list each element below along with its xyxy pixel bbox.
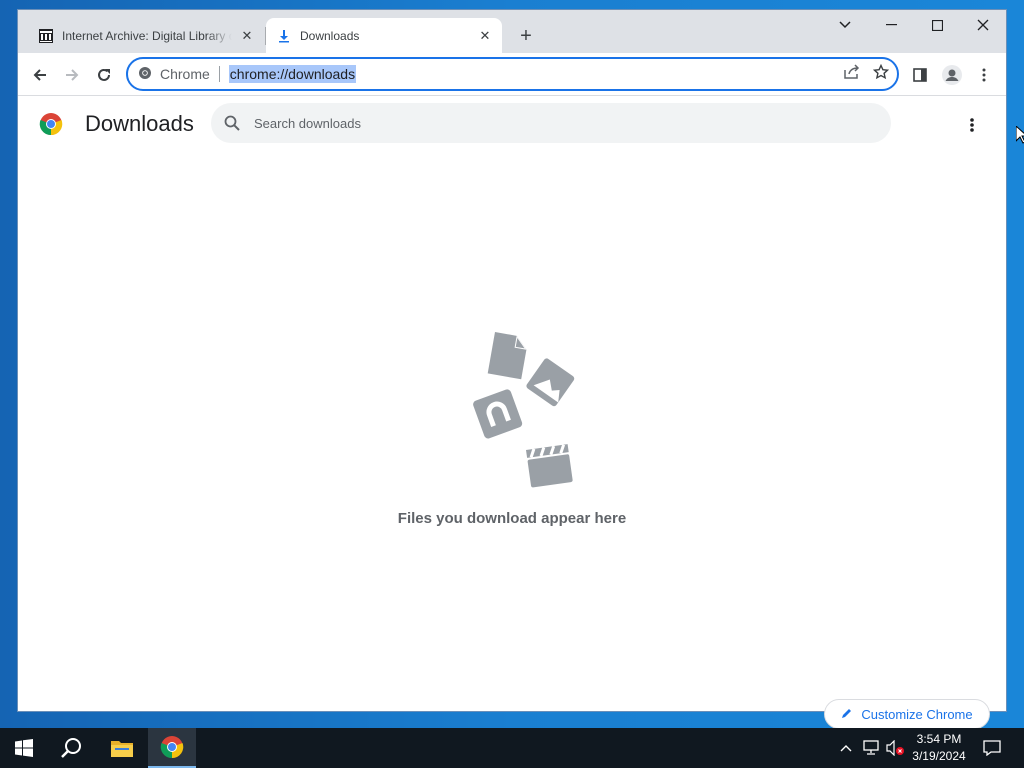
notifications-icon[interactable] [978, 728, 1006, 768]
close-window-button[interactable] [960, 10, 1006, 40]
minimize-button[interactable] [868, 10, 914, 40]
tab-title: Internet Archive: Digital Library of Fre… [62, 28, 232, 43]
search-icon [224, 115, 240, 131]
forward-button[interactable] [58, 61, 86, 89]
share-icon[interactable] [843, 63, 861, 85]
customize-chrome-label: Customize Chrome [861, 706, 973, 722]
taskbar: 3:54 PM 3/19/2024 [0, 728, 1024, 768]
tab-strip: Internet Archive: Digital Library of Fre… [18, 10, 1006, 53]
clock-time: 3:54 PM [916, 732, 962, 746]
pencil-icon [841, 707, 853, 722]
tab-internet-archive[interactable]: Internet Archive: Digital Library of Fre… [28, 18, 264, 53]
close-tab-icon[interactable]: ✕ [476, 27, 494, 45]
page-title: Downloads [85, 111, 194, 136]
empty-downloads-message: Files you download appear here [397, 510, 627, 527]
customize-chrome-button[interactable]: Customize Chrome [824, 699, 990, 729]
download-icon [276, 28, 292, 44]
mouse-cursor-icon [1015, 124, 1024, 149]
toolbar: Chrome chrome://downloads [18, 53, 1006, 96]
back-button[interactable] [26, 61, 54, 89]
search-downloads-box[interactable] [211, 103, 891, 143]
close-tab-icon[interactable]: ✕ [238, 27, 256, 45]
downloads-header: Downloads [18, 97, 1006, 153]
taskbar-clock[interactable]: 3:54 PM 3/19/2024 [905, 731, 973, 765]
url-text[interactable]: chrome://downloads [228, 65, 357, 83]
tab-search-button[interactable] [822, 10, 868, 40]
reload-button[interactable] [90, 61, 118, 89]
chevron-up-icon[interactable] [836, 728, 856, 768]
site-chip[interactable]: Chrome [138, 66, 210, 83]
new-tab-button[interactable]: + [514, 24, 538, 48]
maximize-button[interactable] [914, 10, 960, 40]
volume-muted-icon[interactable] [884, 728, 906, 768]
tab-downloads[interactable]: Downloads ✕ [266, 18, 502, 53]
side-panel-button[interactable] [906, 61, 934, 89]
profile-button[interactable] [938, 61, 966, 89]
address-bar[interactable]: Chrome chrome://downloads [126, 57, 899, 91]
chrome-logo-icon [39, 112, 63, 136]
browser-window: Internet Archive: Digital Library of Fre… [18, 10, 1006, 729]
tab-title: Downloads [300, 28, 360, 43]
omnibox-divider [218, 66, 220, 82]
site-chip-label: Chrome [160, 66, 210, 82]
downloads-menu-button[interactable] [958, 113, 986, 137]
chrome-taskbar-icon[interactable] [148, 728, 196, 768]
bookmark-star-icon[interactable] [872, 63, 890, 85]
network-icon[interactable] [860, 728, 882, 768]
clock-date: 3/19/2024 [912, 749, 966, 763]
empty-downloads-illustration [450, 330, 580, 490]
file-explorer-icon[interactable] [98, 728, 146, 768]
browser-menu-button[interactable] [970, 61, 998, 89]
chrome-icon [138, 66, 152, 83]
start-button[interactable] [0, 728, 48, 768]
search-downloads-input[interactable] [254, 115, 814, 131]
archive-icon [38, 28, 54, 44]
search-taskbar-button[interactable] [48, 728, 96, 768]
